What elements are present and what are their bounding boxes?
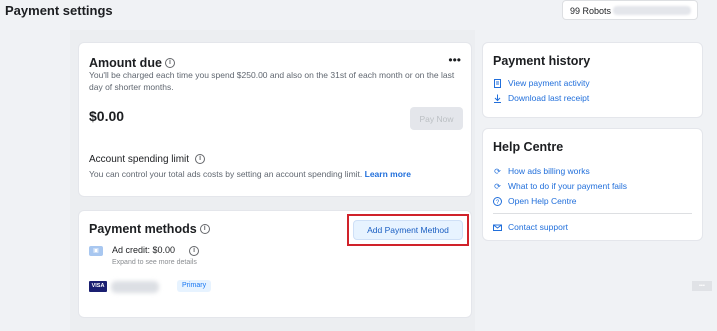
more-options-icon[interactable]: ••• — [448, 53, 461, 67]
info-icon[interactable]: i — [164, 57, 175, 68]
help-centre-card: Help Centre ⟳ How ads billing works ⟳ Wh… — [482, 128, 703, 241]
highlight-box: Add Payment Method — [347, 214, 469, 246]
page-title: Payment settings — [5, 3, 113, 18]
ad-credit-icon: ▣ — [89, 246, 103, 256]
link-label: Contact support — [508, 222, 569, 232]
contact-support-link[interactable]: Contact support — [493, 222, 568, 232]
account-id-blurred — [613, 6, 691, 15]
learn-more-link[interactable]: Learn more — [365, 169, 411, 179]
refresh-icon: ⟳ — [494, 166, 501, 176]
link-label: What to do if your payment fails — [508, 181, 628, 191]
account-name: 99 Robots — [570, 6, 612, 16]
spending-limit-title: Account spending limit — [89, 154, 190, 165]
ad-credit-label: Ad credit: $0.00 — [112, 245, 176, 255]
question-icon: ? — [493, 196, 502, 206]
payment-history-card: Payment history View payment activity Do… — [482, 42, 703, 118]
payment-methods-card: Payment methods i Add Payment Method ▣ Ad… — [78, 210, 472, 318]
payment-history-title: Payment history — [493, 54, 591, 68]
link-label: Download last receipt — [508, 93, 590, 103]
amount-due-description: You'll be charged each time you spend $2… — [89, 70, 455, 92]
download-icon — [493, 94, 502, 103]
mail-icon — [493, 223, 502, 232]
link-label: View payment activity — [508, 78, 590, 88]
open-help-centre-link[interactable]: ? Open Help Centre — [493, 196, 577, 206]
info-icon[interactable]: i — [189, 245, 200, 256]
payment-fails-link[interactable]: ⟳ What to do if your payment fails — [493, 181, 627, 191]
link-label: How ads billing works — [508, 166, 590, 176]
spending-limit-text: You can control your total ads costs by … — [89, 169, 363, 179]
ad-credit-subtext: Expand to see more details — [112, 259, 197, 266]
payment-methods-title: Payment methods — [89, 222, 197, 236]
amount-due-value: $0.00 — [89, 108, 125, 124]
receipt-icon — [493, 78, 502, 88]
add-payment-method-button[interactable]: Add Payment Method — [353, 220, 463, 240]
help-centre-title: Help Centre — [493, 140, 564, 154]
info-icon[interactable]: i — [195, 154, 206, 165]
account-selector[interactable]: 99 Robots — [562, 0, 698, 20]
amount-due-title: Amount due — [89, 56, 162, 70]
view-payment-activity-link[interactable]: View payment activity — [493, 78, 590, 88]
refresh-icon: ⟳ — [494, 181, 501, 191]
floating-tab[interactable]: ▪▪▪ — [692, 281, 712, 291]
ad-credit-row[interactable]: Ad credit: $0.00 i — [112, 245, 200, 256]
how-billing-works-link[interactable]: ⟳ How ads billing works — [493, 166, 590, 176]
amount-due-card: Amount due i ••• You'll be charged each t… — [78, 42, 472, 197]
payment-methods-heading: Payment methods i — [89, 220, 210, 238]
visa-card-icon: VISA — [89, 281, 107, 292]
spending-limit-description: You can control your total ads costs by … — [89, 168, 411, 180]
card-number-blurred — [111, 281, 159, 293]
download-last-receipt-link[interactable]: Download last receipt — [493, 93, 589, 103]
spending-limit-heading: Account spending limit i — [89, 154, 206, 165]
info-icon[interactable]: i — [199, 223, 210, 234]
primary-badge: Primary — [177, 280, 212, 292]
divider — [493, 213, 692, 214]
link-label: Open Help Centre — [508, 196, 577, 206]
pay-now-button[interactable]: Pay Now — [410, 107, 463, 130]
